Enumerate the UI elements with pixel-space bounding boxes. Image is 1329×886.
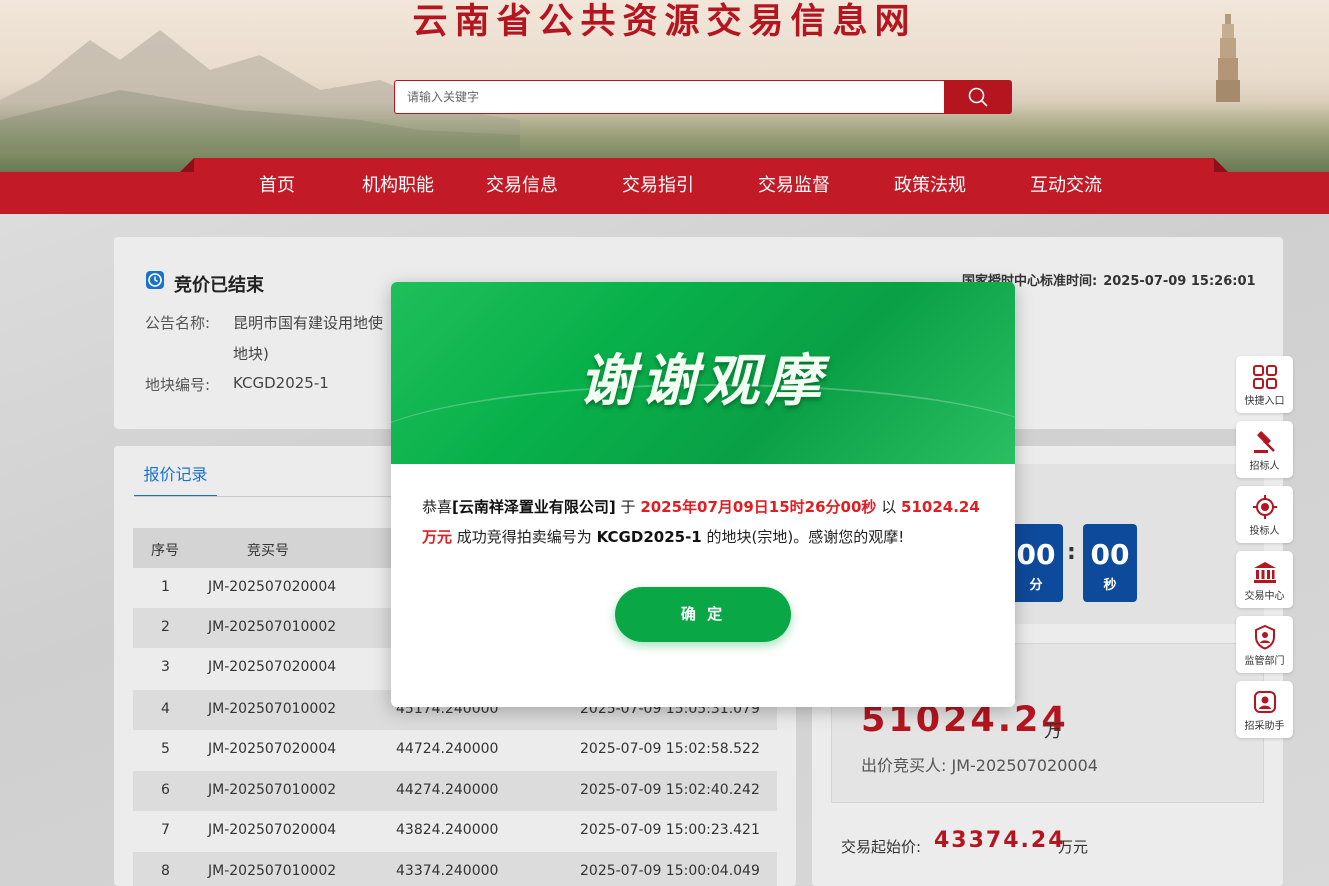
win-datetime: 2025年07月09日15时26分00秒 xyxy=(640,498,877,516)
msg-prefix: 恭喜 xyxy=(422,498,453,516)
msg-at: 于 xyxy=(620,498,636,516)
msg-end: 的地块(宗地)。感谢您的观摩! xyxy=(706,528,905,546)
msg-with: 以 xyxy=(881,498,897,516)
winner-company: [云南祥泽置业有限公司] xyxy=(452,498,616,516)
lot-number: KCGD2025-1 xyxy=(596,528,702,546)
msg-mid: 成功竞得拍卖编号为 xyxy=(456,528,592,546)
modal-message: 恭喜[云南祥泽置业有限公司] 于 2025年07月09日15时26分00秒 以 … xyxy=(422,492,987,552)
confirm-button[interactable]: 确 定 xyxy=(615,587,791,642)
modal-title: 谢谢观摩 xyxy=(579,348,827,414)
modal-banner: 谢谢观摩 xyxy=(391,282,1015,464)
congrats-modal: 谢谢观摩 恭喜[云南祥泽置业有限公司] 于 2025年07月09日15时26分0… xyxy=(391,282,1015,707)
